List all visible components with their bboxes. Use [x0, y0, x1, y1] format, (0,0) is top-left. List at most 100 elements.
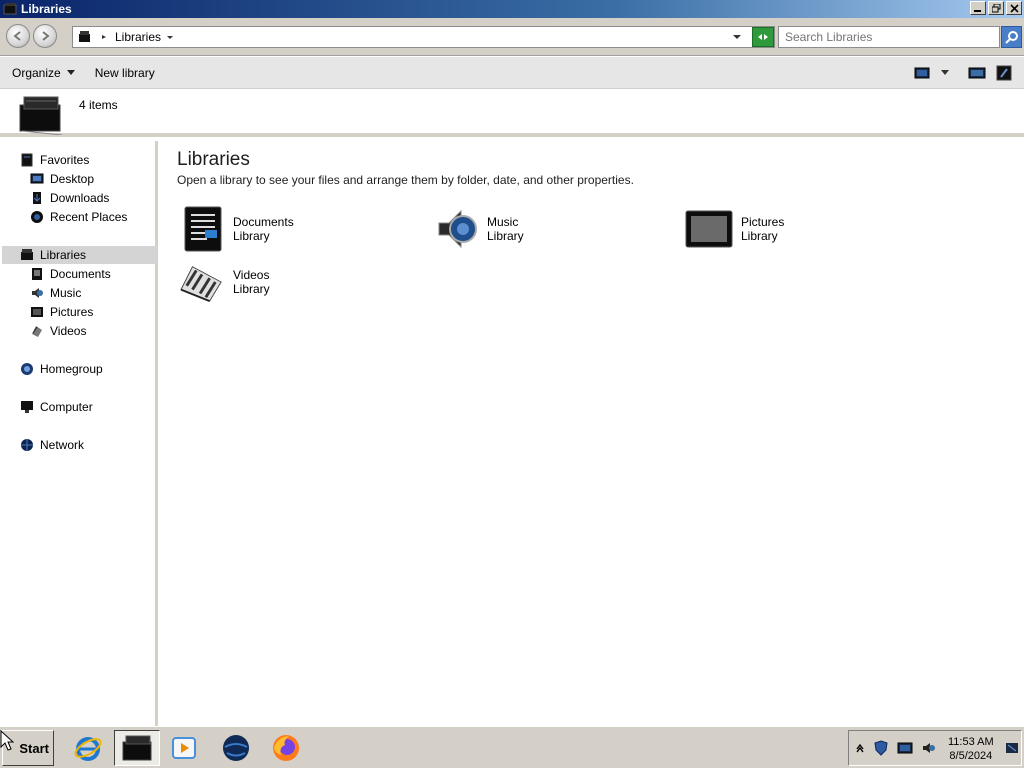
nav-desktop[interactable]: Desktop — [30, 170, 94, 188]
restore-icon — [991, 3, 1000, 12]
documents-library-icon — [184, 206, 222, 252]
minimize-button[interactable] — [970, 1, 986, 15]
command-bar: Organize New library — [0, 57, 1024, 89]
pictures-library-icon — [685, 210, 733, 248]
view-options-dropdown-icon[interactable] — [940, 69, 950, 77]
library-pictures[interactable]: Pictures Library — [685, 205, 784, 253]
firefox-icon — [273, 735, 299, 761]
page-description: Open a library to see your files and arr… — [177, 173, 634, 187]
library-documents[interactable]: Documents Library — [181, 205, 294, 253]
nav-favorites-label: Favorites — [40, 153, 90, 167]
address-bar[interactable]: Libraries — [72, 26, 775, 48]
nav-favorites[interactable]: Favorites — [20, 151, 89, 169]
new-library-button[interactable]: New library — [89, 66, 161, 80]
nav-music[interactable]: Music — [30, 284, 81, 302]
navigation-pane: Favorites Desktop Downloads Recent Place… — [0, 141, 158, 726]
desktop-icon — [30, 173, 44, 184]
libraries-icon — [3, 3, 17, 15]
libraries-icon — [122, 735, 152, 761]
clock-date: 8/5/2024 — [949, 750, 993, 762]
nav-pictures[interactable]: Pictures — [30, 303, 93, 321]
window-title: Libraries — [21, 2, 72, 16]
recent-places-icon — [31, 211, 43, 223]
title-bar: Libraries — [0, 0, 1024, 18]
show-hidden-icons-icon[interactable] — [855, 743, 865, 753]
nav-documents-label: Documents — [50, 267, 111, 281]
refresh-button[interactable] — [752, 27, 774, 47]
library-documents-type: Library — [233, 229, 270, 243]
explorer-taskbar-button[interactable] — [114, 730, 160, 766]
nav-network[interactable]: Network — [20, 436, 84, 454]
breadcrumb-libraries[interactable]: Libraries — [115, 30, 161, 44]
downloads-icon — [33, 192, 41, 204]
search-box[interactable] — [778, 26, 1000, 48]
nav-libraries[interactable]: Libraries — [2, 246, 157, 264]
address-history-dropdown-icon[interactable] — [732, 32, 742, 42]
security-shield-icon[interactable] — [873, 740, 889, 756]
internet-explorer-taskbar-button[interactable] — [68, 730, 108, 766]
details-header: 4 items — [0, 89, 1024, 137]
music-icon — [32, 288, 43, 298]
nav-documents[interactable]: Documents — [30, 265, 111, 283]
search-button[interactable] — [1001, 26, 1022, 48]
firefox-taskbar-button[interactable] — [266, 730, 306, 766]
mouse-cursor-icon — [0, 730, 14, 751]
taskbar: Start 11:53 AM 8/5/2024 — [0, 726, 1024, 768]
action-center-icon[interactable] — [1005, 742, 1019, 756]
globe-app-taskbar-button[interactable] — [216, 730, 256, 766]
nav-homegroup[interactable]: Homegroup — [20, 360, 103, 378]
internet-explorer-icon — [74, 737, 102, 761]
chevron-down-icon[interactable] — [165, 32, 175, 42]
minimize-icon — [974, 10, 981, 12]
nav-videos[interactable]: Videos — [30, 322, 86, 340]
nav-recent-places[interactable]: Recent Places — [30, 208, 127, 226]
nav-downloads-label: Downloads — [50, 191, 110, 205]
change-view-icon[interactable] — [914, 66, 930, 80]
nav-network-label: Network — [40, 438, 85, 452]
close-button[interactable] — [1006, 1, 1022, 15]
close-icon — [1009, 3, 1019, 13]
clock[interactable]: 11:53 AM 8/5/2024 — [948, 735, 994, 763]
network-icon — [21, 439, 33, 451]
music-library-icon — [438, 209, 477, 249]
nav-downloads[interactable]: Downloads — [30, 189, 109, 207]
libraries-large-icon — [19, 96, 63, 135]
nav-libraries-label: Libraries — [40, 248, 87, 262]
help-icon[interactable] — [996, 65, 1012, 81]
nav-recent-places-label: Recent Places — [50, 210, 128, 224]
nav-desktop-label: Desktop — [50, 172, 95, 186]
forward-button[interactable] — [33, 24, 57, 48]
organize-label: Organize — [12, 65, 61, 80]
back-button[interactable] — [6, 24, 30, 48]
nav-computer[interactable]: Computer — [20, 398, 93, 416]
new-library-label: New library — [94, 65, 155, 80]
nav-homegroup-label: Homegroup — [40, 362, 103, 376]
restore-button[interactable] — [988, 1, 1004, 15]
nav-videos-label: Videos — [50, 324, 87, 338]
videos-library-icon — [180, 266, 222, 302]
library-pictures-type: Library — [741, 229, 778, 243]
libraries-icon — [21, 249, 33, 260]
clock-time: 11:53 AM — [948, 736, 994, 748]
library-music[interactable]: Music Library — [435, 205, 524, 253]
breadcrumb-arrow-icon[interactable] — [99, 32, 109, 42]
search-input[interactable] — [785, 30, 975, 44]
nav-pictures-label: Pictures — [50, 305, 94, 319]
search-icon — [1004, 31, 1018, 44]
content-pane: Libraries Open a library to see your fil… — [161, 141, 1024, 726]
refresh-icon — [758, 34, 768, 40]
media-player-icon — [172, 737, 196, 759]
globe-icon — [223, 735, 249, 761]
library-music-name: Music — [487, 215, 519, 229]
start-label: Start — [19, 740, 49, 756]
libraries-icon — [79, 31, 90, 42]
media-player-taskbar-button[interactable] — [164, 730, 204, 766]
preview-pane-icon[interactable] — [968, 66, 986, 80]
network-tray-icon[interactable] — [897, 741, 913, 755]
organize-button[interactable]: Organize — [6, 66, 81, 80]
system-tray: 11:53 AM 8/5/2024 — [848, 730, 1022, 766]
library-videos[interactable]: Videos Library — [179, 261, 270, 303]
page-title: Libraries — [177, 149, 250, 170]
library-videos-name: Videos — [233, 268, 270, 282]
volume-icon[interactable] — [921, 740, 937, 756]
